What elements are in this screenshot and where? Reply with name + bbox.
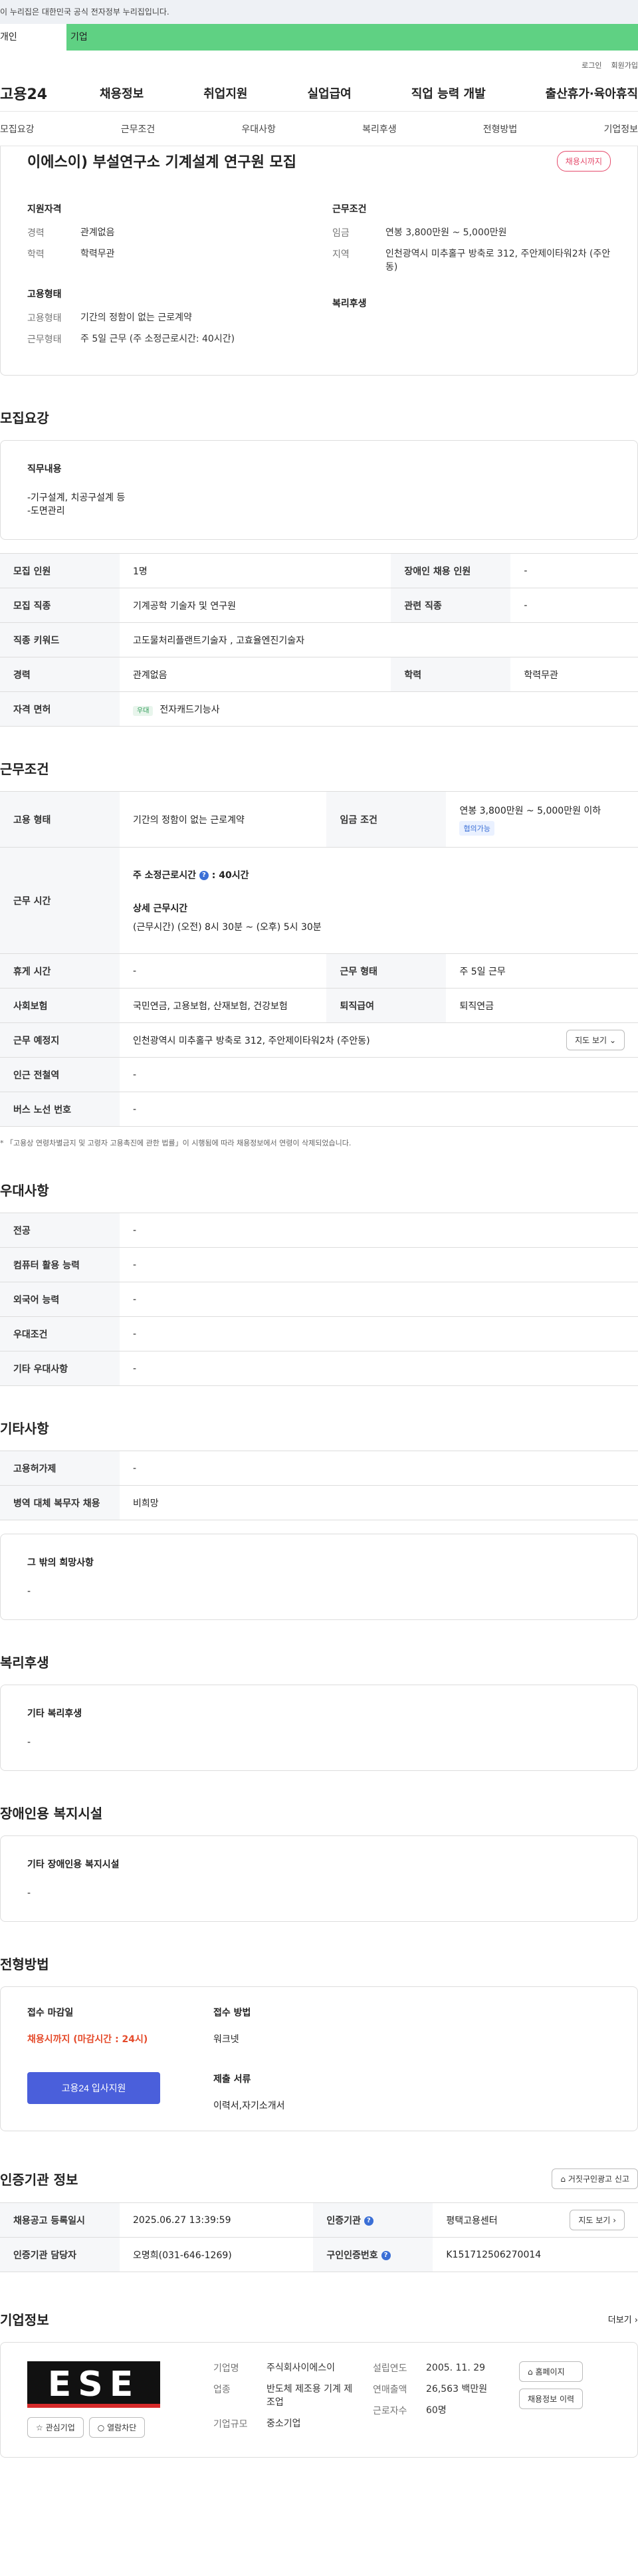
duty-box: 직무내용 -기구설계, 치공구설계 등 -도면관리 bbox=[0, 440, 638, 540]
homepage-button[interactable]: ⌂ 홈페이지 bbox=[519, 2361, 584, 2382]
welfare-heading: 복리후생 bbox=[332, 298, 367, 309]
gov-bar: 이 누리집은 대한민국 공식 전자정부 누리집입니다. bbox=[0, 0, 638, 24]
tab-company[interactable]: 기업 bbox=[66, 24, 133, 51]
map-button[interactable]: 지도 보기 ⌄ bbox=[566, 1030, 625, 1050]
cond-heading: 근무조건 bbox=[332, 204, 367, 215]
menu-job-info[interactable]: 채용정보 bbox=[100, 84, 144, 102]
subnav-apply[interactable]: 전형방법 bbox=[483, 122, 518, 136]
table-row: 자격 면허 우대 전자캐드기능사 bbox=[0, 691, 638, 727]
site-logo[interactable]: 고용24 bbox=[0, 82, 100, 104]
company-title: 기업정보 bbox=[0, 2312, 49, 2328]
chevron-right-icon: › bbox=[634, 2315, 638, 2325]
job-title: 이에스이) 부설연구소 기계설계 연구원 모집 bbox=[27, 154, 297, 171]
age-note: * 「고용상 연령차별금지 및 고령자 고용촉진에 관한 법률」이 시행됨에 따… bbox=[0, 1139, 352, 1147]
recruit-table: 모집 인원 1명 장애인 채용 인원 - 모집 직종 기계공학 기술자 및 연구… bbox=[0, 553, 638, 727]
star-icon: ☆ bbox=[36, 2423, 43, 2432]
agency-map-button[interactable]: 지도 보기 › bbox=[570, 2210, 625, 2230]
login-link[interactable]: 로그인 bbox=[582, 60, 601, 74]
chevron-down-icon: ⌄ bbox=[609, 1036, 616, 1045]
job-summary-card: 이에스이) 부설연구소 기계설계 연구원 모집 채용시까지 지원자격 경력 관계없… bbox=[0, 146, 638, 376]
report-button[interactable]: ⌂ 거짓구인광고 신고 bbox=[552, 2168, 638, 2189]
table-row: 버스 노선 번호 - bbox=[0, 1092, 638, 1127]
other-wish-box: 그 밖의 희망사항 - bbox=[0, 1534, 638, 1620]
company-logo: ESE bbox=[27, 2361, 160, 2408]
table-row: 인근 전철역 - bbox=[0, 1057, 638, 1092]
util-links: 로그인 회원가입 bbox=[0, 51, 638, 74]
global-nav: 고용24 채용정보 취업지원 실업급여 직업 능력 개발 출산휴가·육아휴직 bbox=[0, 74, 638, 112]
welfare-box: 기타 복리후생 - bbox=[0, 1685, 638, 1771]
table-row: 우대조건 - bbox=[0, 1316, 638, 1351]
table-row: 근무 시간 주 소정근로시간 ? : 40시간 상세 근무시간 (근무시간) (… bbox=[0, 847, 638, 954]
info-icon[interactable]: ? bbox=[199, 870, 209, 880]
tab-individual[interactable]: 개인 bbox=[0, 24, 66, 51]
menu-employment-support[interactable]: 취업지원 bbox=[203, 84, 247, 102]
section-nav: 모집요강 근무조건 우대사항 복리후생 전형방법 기업정보 bbox=[0, 112, 638, 146]
pref-table: 전공 - 컴퓨터 활용 능력 - 외국어 능력 - 우대조건 - 기타 우대사항 - bbox=[0, 1213, 638, 1386]
deadline-text: 채용시까지 (마감시간 : 24시) bbox=[27, 2034, 148, 2045]
apply-card: 접수 마감일 채용시까지 (마감시간 : 24시) 고용24 입사지원 접수 방… bbox=[0, 1986, 638, 2131]
history-button[interactable]: 채용정보 이력 bbox=[519, 2389, 584, 2409]
etc-title: 기타사항 bbox=[0, 1421, 49, 1437]
agency-table: 채용공고 등록일시 2025.06.27 13:39:59 인증기관 ? 평택고… bbox=[0, 2202, 638, 2272]
home-icon: ⌂ bbox=[560, 2174, 566, 2184]
user-type-tabs: 개인 기업 bbox=[0, 24, 638, 51]
more-link[interactable]: 더보기 › bbox=[608, 2313, 638, 2325]
table-row: 고용 형태 기간의 정함이 없는 근로계약 임금 조건 연봉 3,800만원 ~… bbox=[0, 791, 638, 848]
apply-button[interactable]: 고용24 입사지원 bbox=[27, 2072, 160, 2104]
menu-parental-leave[interactable]: 출산휴가·육아휴직 bbox=[546, 84, 638, 102]
table-row: 모집 직종 기계공학 기술자 및 연구원 관련 직종 - bbox=[0, 588, 638, 623]
table-row: 인증기관 담당자 오명희(031-646-1269) 구인인증번호 ? K151… bbox=[0, 2237, 638, 2272]
block-button[interactable]: ○ 열람차단 bbox=[88, 2417, 146, 2438]
table-row: 채용공고 등록일시 2025.06.27 13:39:59 인증기관 ? 평택고… bbox=[0, 2202, 638, 2238]
qual-heading: 지원자격 bbox=[27, 204, 62, 215]
subnav-recruit[interactable]: 모집요강 bbox=[0, 122, 35, 136]
table-row: 직종 키워드 고도물처리플랜트기술자 , 고효율엔진기술자 bbox=[0, 622, 638, 657]
menu-vocational-training[interactable]: 직업 능력 개발 bbox=[411, 84, 486, 102]
table-row: 외국어 능력 - bbox=[0, 1282, 638, 1317]
table-row: 휴게 시간 - 근무 형태 주 5일 근무 bbox=[0, 953, 638, 989]
disabled-title: 장애인용 복지시설 bbox=[0, 1806, 103, 1821]
subnav-work[interactable]: 근무조건 bbox=[121, 122, 156, 136]
subnav-pref[interactable]: 우대사항 bbox=[241, 122, 276, 136]
home-icon: ⌂ bbox=[528, 2367, 533, 2377]
block-icon: ○ bbox=[97, 2423, 105, 2432]
table-row: 고용허가제 - bbox=[0, 1451, 638, 1486]
table-row: 사회보험 국민연금, 고용보험, 산재보험, 건강보험 퇴직급여 퇴직연금 bbox=[0, 988, 638, 1023]
main-menu: 채용정보 취업지원 실업급여 직업 능력 개발 출산휴가·육아휴직 bbox=[100, 84, 638, 102]
table-row: 경력 관계없음 학력 학력무관 bbox=[0, 657, 638, 692]
company-card: ESE ☆ 관심기업 ○ 열람차단 기업명 주식회사이에스이 업종 반도체 제조용 … bbox=[0, 2342, 638, 2458]
work-table: 고용 형태 기간의 정함이 없는 근로계약 임금 조건 연봉 3,800만원 ~… bbox=[0, 791, 638, 1127]
table-row: 모집 인원 1명 장애인 채용 인원 - bbox=[0, 553, 638, 588]
table-row: 컴퓨터 활용 능력 - bbox=[0, 1247, 638, 1282]
table-row: 전공 - bbox=[0, 1213, 638, 1248]
disabled-box: 기타 장애인용 복지시설 - bbox=[0, 1835, 638, 1922]
chevron-right-icon: › bbox=[613, 2216, 616, 2225]
preferred-tag: 우대 bbox=[133, 705, 154, 716]
emp-heading: 고용형태 bbox=[27, 289, 62, 300]
agency-title: 인증기관 정보 bbox=[0, 2172, 78, 2188]
deadline-badge: 채용시까지 bbox=[556, 150, 611, 172]
signup-link[interactable]: 회원가입 bbox=[611, 60, 638, 74]
table-row: 병역 대체 복무자 채용 비희망 bbox=[0, 1485, 638, 1520]
apply-title: 전형방법 bbox=[0, 1956, 49, 1972]
menu-unemployment-benefit[interactable]: 실업급여 bbox=[308, 84, 352, 102]
table-row: 근무 예정지 인천광역시 미추홀구 방축로 312, 주안제이타워2차 (주안동… bbox=[0, 1022, 638, 1058]
subnav-company[interactable]: 기업정보 bbox=[603, 122, 638, 136]
recruit-title: 모집요강 bbox=[0, 410, 49, 426]
pref-title: 우대사항 bbox=[0, 1183, 49, 1199]
etc-table: 고용허가제 - 병역 대체 복무자 채용 비희망 bbox=[0, 1451, 638, 1520]
subnav-welfare[interactable]: 복리후생 bbox=[362, 122, 397, 136]
info-icon[interactable]: ? bbox=[364, 2216, 373, 2226]
table-row: 기타 우대사항 - bbox=[0, 1351, 638, 1386]
favorite-button[interactable]: ☆ 관심기업 bbox=[27, 2417, 84, 2438]
welfare-title: 복리후생 bbox=[0, 1655, 49, 1671]
negotiable-tag: 협의가능 bbox=[459, 820, 494, 836]
info-icon[interactable]: ? bbox=[381, 2250, 391, 2260]
work-title: 근무조건 bbox=[0, 761, 49, 777]
